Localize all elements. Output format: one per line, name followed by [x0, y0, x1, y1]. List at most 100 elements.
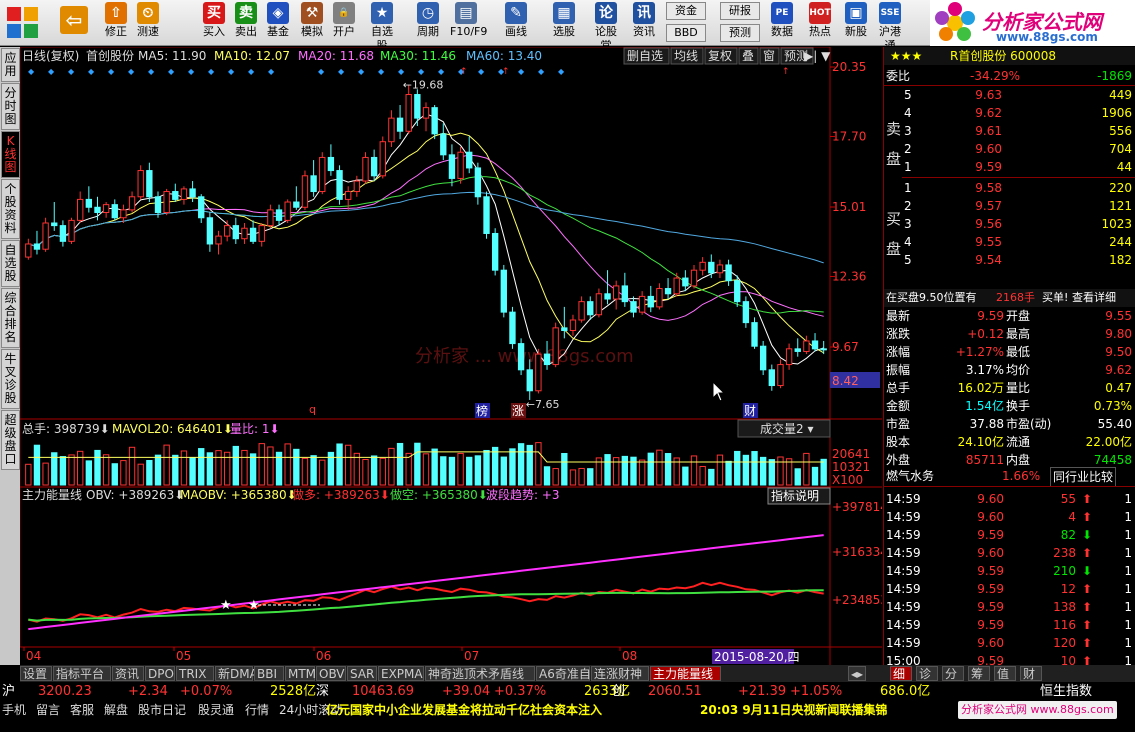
toolbar-btn-1[interactable]: ⏲ 测速	[132, 2, 164, 44]
status-item-6[interactable]: 行情	[245, 701, 269, 719]
toolbar-btn-11[interactable]: ▦ 选股	[548, 2, 580, 44]
quote-tab-0[interactable]: 细	[890, 666, 912, 681]
indicator-tab-0[interactable]: 设置	[20, 666, 52, 681]
toolbar-btn-18[interactable]: PE 数据	[766, 2, 798, 44]
info-marker-icon[interactable]: ◆	[398, 67, 405, 76]
ask-row-4[interactable]: 1 9.59 44	[884, 158, 1135, 176]
indicator-tab-11[interactable]: 神奇逃顶术矛盾线	[425, 666, 535, 681]
left-tab-0[interactable]: 应用	[1, 48, 20, 82]
status-item-2[interactable]: 客服	[70, 701, 94, 719]
kline-chart-svg[interactable]: 日线(复权) 首创股份 MA5: 11.90 MA10: 12.07 MA20: 11.…	[19, 46, 888, 665]
toolbar-btn-19[interactable]: HOT 热点	[804, 2, 836, 44]
indicator-tab-14[interactable]: 主力能量线	[650, 666, 721, 681]
toolbar-btn-17[interactable]: 预预测	[720, 24, 760, 44]
bid-row-3[interactable]: 4 9.55 244	[884, 233, 1135, 251]
info-marker-icon[interactable]: ◆	[268, 67, 275, 76]
kline-chart-area[interactable]: 日线(复权) 首创股份 MA5: 11.90 MA10: 12.07 MA20: 11.…	[19, 46, 888, 665]
toolbar-btn-15[interactable]: BBBD	[666, 24, 706, 44]
toolbar-btn-2[interactable]: 买买入	[198, 2, 230, 44]
info-marker-icon[interactable]: ◆	[128, 67, 135, 76]
info-marker-icon[interactable]: ◆	[188, 67, 195, 76]
app-logo[interactable]	[4, 4, 42, 42]
info-marker-icon[interactable]: ◆	[248, 67, 255, 76]
left-tab-3[interactable]: 个股资料	[1, 179, 20, 239]
left-tab-4[interactable]: 自选股	[1, 240, 20, 287]
indicator-tab-7[interactable]: MTM	[285, 666, 316, 681]
indicator-tab-13[interactable]: 连涨财神	[591, 666, 649, 681]
indicator-tab-9[interactable]: SAR	[347, 666, 377, 681]
toolbar-btn-10[interactable]: ✎ 画线	[500, 2, 532, 44]
info-marker-icon[interactable]: ◆	[228, 67, 235, 76]
news-ticker-1[interactable]: 亿元国家中小企业发展基金将拉动千亿社会资本注入	[326, 701, 602, 719]
quote-tab-3[interactable]: 筹	[968, 666, 990, 681]
info-marker-icon[interactable]: ◆	[88, 67, 95, 76]
toolbar-btn-3[interactable]: 卖卖出	[230, 2, 262, 44]
indicator-tab-8[interactable]: OBV	[316, 666, 346, 681]
chart-nav-icon[interactable]: ▶| ▼	[804, 49, 831, 63]
toolbar-btn-7[interactable]: ★ 自选股	[366, 2, 398, 52]
left-tab-7[interactable]: 超级盘口	[1, 410, 20, 470]
indicator-tab-10[interactable]: EXPMA	[378, 666, 424, 681]
info-marker-icon[interactable]: ◆	[148, 67, 155, 76]
event-marker-icon[interactable]: ↑	[782, 67, 790, 77]
info-marker-icon[interactable]: ◆	[518, 67, 525, 76]
ask-row-3[interactable]: 2 9.60 704	[884, 140, 1135, 158]
back-button[interactable]: ⇦	[60, 6, 88, 48]
status-item-1[interactable]: 留言	[36, 701, 60, 719]
status-item-0[interactable]: 手机	[2, 701, 26, 719]
bid-row-4[interactable]: 5 9.54 182	[884, 251, 1135, 269]
info-marker-icon[interactable]: ◆	[108, 67, 115, 76]
left-tab-2[interactable]: K线图	[1, 131, 20, 178]
toolbar-btn-0[interactable]: ⇧ 修正	[100, 2, 132, 44]
info-marker-icon[interactable]: ◆	[378, 67, 385, 76]
toolbar-btn-4[interactable]: ◈ 基金	[262, 2, 294, 44]
info-marker-icon[interactable]: ◆	[168, 67, 175, 76]
toolbar-btn-12[interactable]: 论论股堂	[590, 2, 622, 52]
left-tab-1[interactable]: 分时图	[1, 83, 20, 130]
toolbar-btn-21[interactable]: SSE 沪港通	[874, 2, 906, 52]
info-marker-icon[interactable]: ◆	[358, 67, 365, 76]
info-marker-icon[interactable]: ◆	[338, 67, 345, 76]
indicator-tab-3[interactable]: DPO	[145, 666, 175, 681]
scroll-arrows-icon[interactable]: ◂▸	[848, 666, 867, 681]
toolbar-btn-9[interactable]: ▤ F10/F9	[450, 2, 487, 44]
indicator-tab-5[interactable]: 新DMA	[215, 666, 258, 681]
bid-row-0[interactable]: 1 9.58 220	[884, 179, 1135, 197]
toolbar-btn-8[interactable]: ◷ 周期	[412, 2, 444, 44]
ask-row-2[interactable]: 3 9.61 556	[884, 122, 1135, 140]
info-marker-icon[interactable]: ◆	[558, 67, 565, 76]
status-item-5[interactable]: 股灵通	[198, 701, 234, 719]
quote-tab-4[interactable]: 值	[994, 666, 1016, 681]
quote-tab-1[interactable]: 诊	[916, 666, 938, 681]
quote-tab-5[interactable]: 财	[1020, 666, 1042, 681]
event-marker-icon[interactable]: ↑	[460, 67, 468, 77]
toolbar-btn-5[interactable]: ⚒ 模拟	[296, 2, 328, 44]
ask-row-1[interactable]: 4 9.62 1906	[884, 104, 1135, 122]
toolbar-btn-6[interactable]: 🔒 开户	[328, 2, 360, 44]
quote-tab-2[interactable]: 分	[942, 666, 964, 681]
toolbar-btn-16[interactable]: 研研报	[720, 2, 760, 22]
bid-row-1[interactable]: 2 9.57 121	[884, 197, 1135, 215]
toolbar-btn-13[interactable]: 讯资讯	[628, 2, 660, 44]
toolbar-btn-20[interactable]: ▣ 新股	[840, 2, 872, 44]
industry-compare-button[interactable]: 同行业比较	[1050, 467, 1117, 487]
info-marker-icon[interactable]: ◆	[438, 67, 445, 76]
status-item-4[interactable]: 股市日记	[138, 701, 186, 719]
left-tab-5[interactable]: 综合排名	[1, 288, 20, 348]
bid-row-2[interactable]: 3 9.56 1023	[884, 215, 1135, 233]
indicator-tab-1[interactable]: 指标平台	[53, 666, 111, 681]
status-item-3[interactable]: 解盘	[104, 701, 128, 719]
news-ticker-2[interactable]: 20:03 9月11日央视新闻联播集锦	[700, 701, 887, 719]
indicator-tab-2[interactable]: 资讯	[112, 666, 144, 681]
info-marker-icon[interactable]: ◆	[538, 67, 545, 76]
notice-link[interactable]: 查看详细	[1072, 289, 1116, 307]
toolbar-btn-14[interactable]: 资资金	[666, 2, 706, 22]
indicator-tab-4[interactable]: TRIX	[176, 666, 214, 681]
left-tab-6[interactable]: 牛叉诊股	[1, 349, 20, 409]
event-marker-icon[interactable]: ↑	[502, 67, 510, 77]
info-marker-icon[interactable]: ◆	[418, 67, 425, 76]
info-marker-icon[interactable]: ◆	[48, 67, 55, 76]
info-marker-icon[interactable]: ◆	[478, 67, 485, 76]
info-marker-icon[interactable]: ◆	[68, 67, 75, 76]
info-marker-icon[interactable]: ◆	[208, 67, 215, 76]
